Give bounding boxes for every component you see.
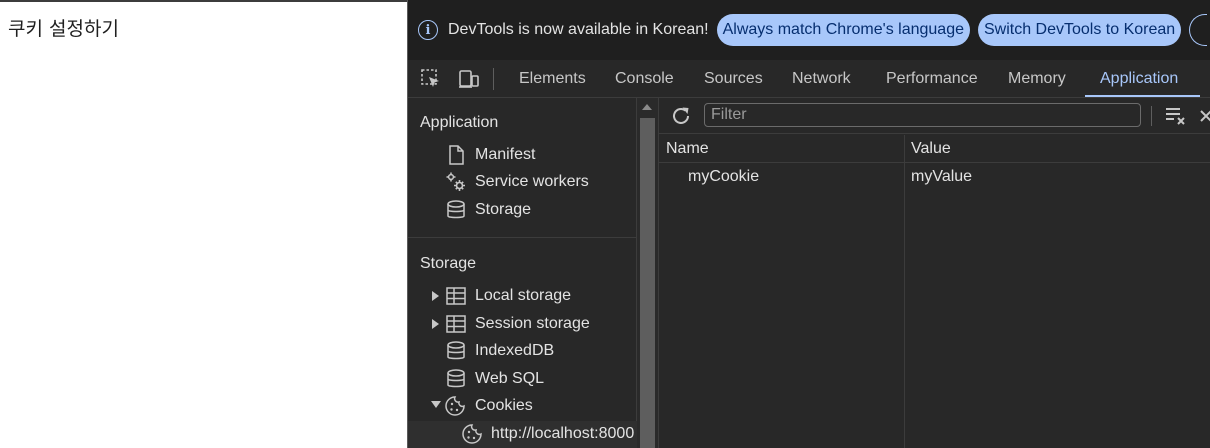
clear-all-cookies-icon[interactable] [1163,104,1187,128]
tab-network[interactable]: Network [792,60,851,97]
sidebar-item-manifest[interactable]: Manifest [408,142,637,169]
tab-application[interactable]: Application [1100,60,1178,97]
table-row[interactable]: myCookie myValue [659,163,1210,191]
cookie-icon [462,424,482,444]
document-icon [449,145,464,165]
dont-show-again-button[interactable] [1189,14,1208,46]
sidebar-item-service-workers[interactable]: Service workers [408,169,637,196]
sidebar-item-label: Session storage [475,315,590,332]
sidebar-item-label: Local storage [475,287,572,304]
sidebar-item-label: Web SQL [475,370,545,387]
table-icon [446,315,466,333]
tab-performance[interactable]: Performance [886,60,978,97]
sidebar-item-session-storage[interactable]: Session storage [408,311,637,338]
table-icon [446,287,466,305]
refresh-icon[interactable] [669,104,693,128]
cookie-value-cell: myValue [911,168,973,185]
column-header-name[interactable]: Name [666,140,709,158]
sidebar-item-label: Manifest [475,146,536,163]
cookie-icon [445,396,465,416]
devtools-panel: i DevTools is now available in Korean! A… [407,0,1210,448]
close-icon[interactable] [1199,104,1210,128]
cookie-origin-label: http://localhost:8000 [491,425,635,442]
cookie-name-cell: myCookie [688,168,760,185]
devtools-tab-bar: Elements Console Sources Network Perform… [408,60,1210,98]
sidebar-item-cookie-origin[interactable]: http://localhost:8000 [408,421,637,448]
sidebar-item-label: Storage [475,201,532,218]
sidebar-item-local-storage[interactable]: Local storage [408,283,637,310]
switch-to-korean-button[interactable]: Switch DevTools to Korean [977,14,1182,46]
language-infobar: i DevTools is now available in Korean! A… [408,0,1210,60]
sidebar-item-storage-overview[interactable]: Storage [408,197,637,224]
page-heading: 쿠키 설정하기 [8,18,119,40]
infobar-message: DevTools is now available in Korean! [448,21,709,38]
webpage-viewport: 쿠키 설정하기 [0,0,407,448]
cookies-toolbar [659,98,1210,134]
cookies-panel: Name Value myCookie myValue [659,98,1210,448]
device-toolbar-icon[interactable] [458,68,480,90]
database-icon [447,200,465,219]
expand-arrow-icon[interactable] [432,291,439,301]
tab-sources[interactable]: Sources [704,60,763,97]
gears-icon [446,172,465,191]
application-sidebar: Application Manifest Service workers Sto… [408,98,637,448]
tab-console[interactable]: Console [615,60,674,97]
scrollbar-thumb[interactable] [640,118,655,448]
inspect-element-icon[interactable] [420,68,442,90]
tab-memory[interactable]: Memory [1008,60,1066,97]
collapse-arrow-icon[interactable] [431,401,441,408]
cookies-table-header: Name Value [659,135,1210,163]
filter-input[interactable] [704,103,1141,127]
sidebar-item-cookies[interactable]: Cookies [408,393,637,420]
database-icon [447,341,465,360]
sidebar-item-label: IndexedDB [475,342,555,359]
toolbar-divider [1151,106,1152,126]
sidebar-divider [408,237,637,238]
expand-arrow-icon[interactable] [432,319,439,329]
scroll-up-arrow-icon[interactable] [642,104,652,110]
sidebar-item-label: Cookies [475,397,533,414]
active-tab-indicator [1085,95,1200,97]
sidebar-section-application: Application [420,114,499,131]
match-language-button[interactable]: Always match Chrome's language [716,14,970,46]
tab-elements[interactable]: Elements [519,60,586,97]
toolbar-divider [493,68,494,90]
database-icon [447,369,465,388]
sidebar-scrollbar[interactable] [637,98,659,448]
sidebar-item-web-sql[interactable]: Web SQL [408,366,637,393]
column-header-value[interactable]: Value [911,140,951,158]
sidebar-item-indexeddb[interactable]: IndexedDB [408,338,637,365]
sidebar-section-storage: Storage [420,255,477,272]
info-icon: i [418,20,438,40]
sidebar-item-label: Service workers [475,173,589,190]
